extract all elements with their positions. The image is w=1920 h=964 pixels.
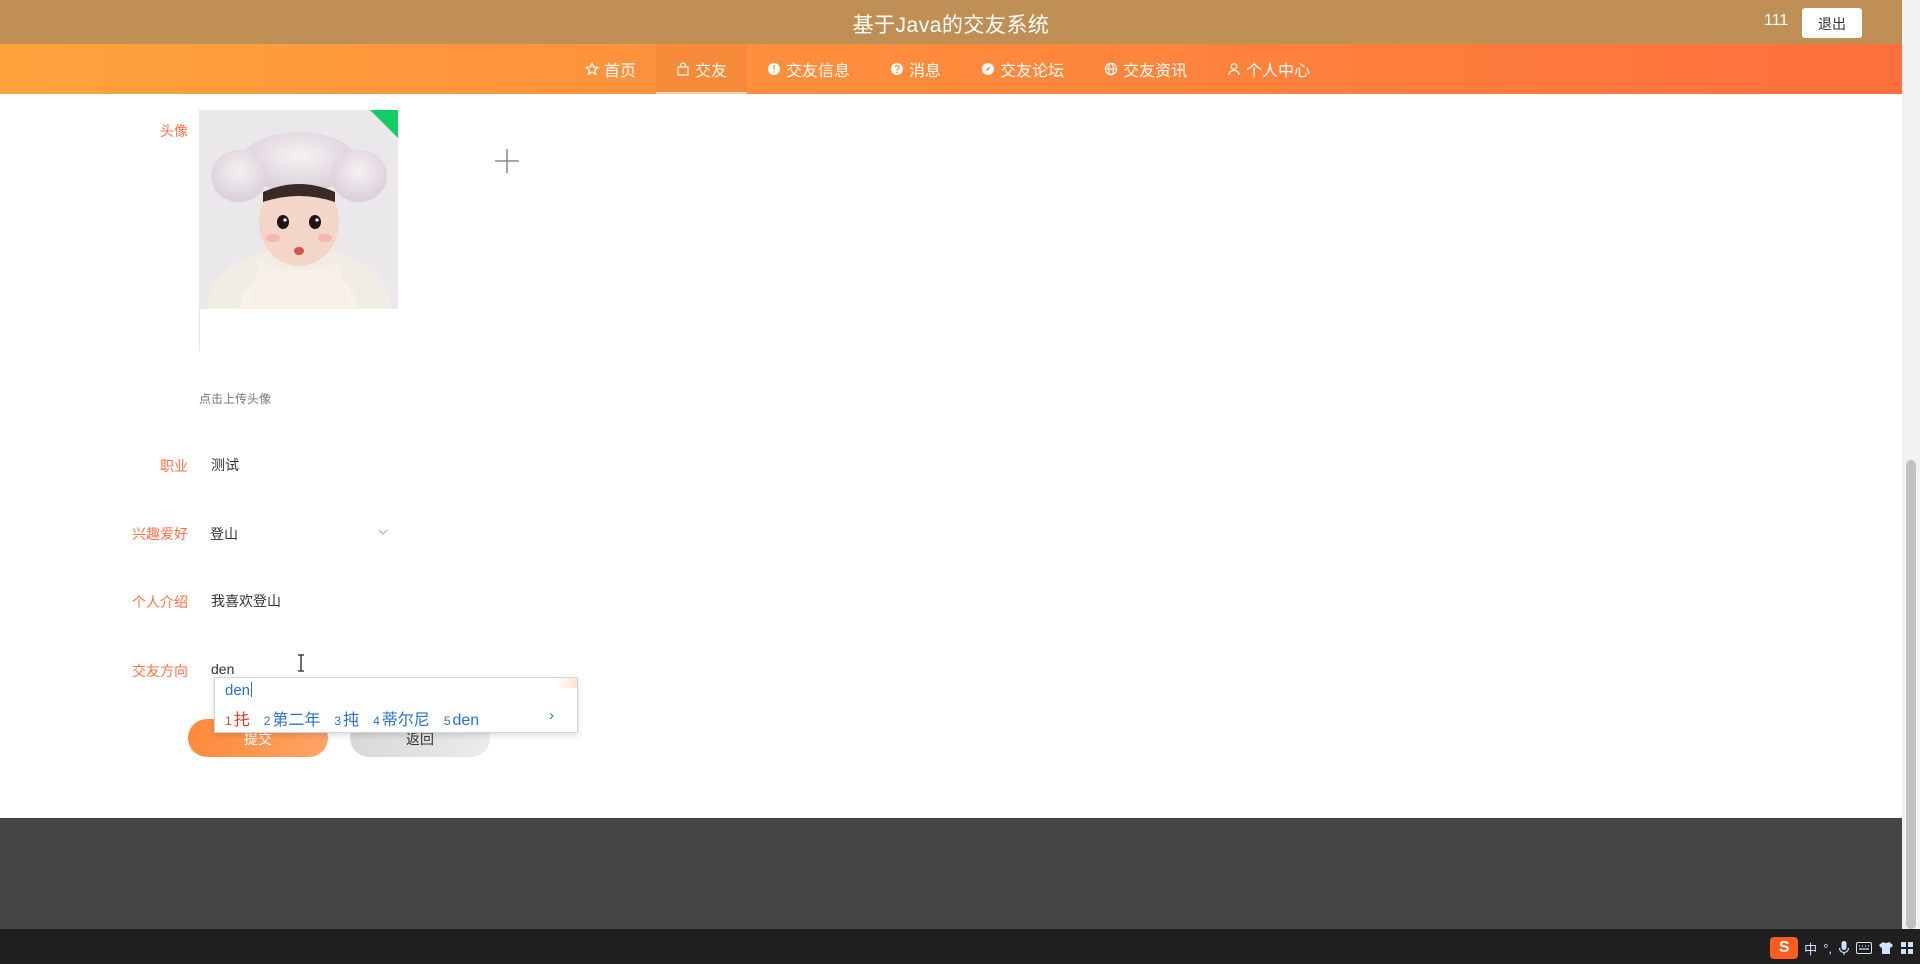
globe-icon	[1104, 62, 1118, 76]
compass-icon	[981, 62, 995, 76]
ime-candidate-word: den	[452, 712, 480, 729]
upload-hint: 点击上传头像	[199, 392, 272, 406]
ime-candidate-row: 1扥 2 第二年 3扽 4 蒂尔尼 5 den	[225, 706, 493, 730]
ime-candidate-number: 1	[225, 714, 232, 728]
nav-label: 消息	[909, 63, 942, 80]
ime-candidate-word: 蒂尔尼	[381, 712, 430, 729]
nav-item-profile[interactable]: 个人中心	[1207, 44, 1330, 94]
occupation-label: 职业	[160, 458, 188, 474]
avatar-image[interactable]	[199, 110, 398, 309]
ime-candidate-number: 2	[263, 714, 271, 728]
microphone-icon[interactable]	[1838, 940, 1850, 956]
ime-candidate-number: 4	[373, 714, 380, 728]
ime-composition-text: den	[225, 682, 251, 699]
nav-item-friends[interactable]: 交友	[656, 44, 748, 94]
toolbox-grid-icon[interactable]	[1900, 941, 1914, 955]
ime-candidate-word: 第二年	[272, 712, 321, 729]
nav-item-home[interactable]: 首页	[565, 44, 656, 94]
hobby-label: 兴趣爱好	[132, 526, 188, 542]
username-label: 111	[1764, 12, 1789, 29]
nav-item-forum[interactable]: 交友论坛	[961, 44, 1084, 94]
ime-toolbar: S 中 °,	[1764, 937, 1914, 959]
hobby-select[interactable]: 登山	[199, 516, 399, 550]
ime-candidate-word: 扥	[233, 712, 250, 729]
nav-label: 交友论坛	[1000, 63, 1065, 80]
ime-candidate-number: 3	[334, 714, 342, 728]
nav-items: 首页 交友 交友信息 消息 交友论坛 交友资讯 个人中心	[565, 44, 1330, 94]
nav-item-messages[interactable]: 消息	[870, 44, 961, 94]
ime-candidate[interactable]: 3扽	[334, 706, 359, 730]
ime-next-page-button[interactable]: ›	[549, 707, 554, 724]
info-icon	[767, 62, 781, 76]
main-nav: 首页 交友 交友信息 消息 交友论坛 交友资讯 个人中心	[0, 44, 1902, 94]
bag-icon	[676, 62, 690, 76]
nav-label: 个人中心	[1246, 63, 1311, 80]
nav-label: 交友资讯	[1123, 63, 1188, 80]
avatar-photo	[199, 110, 398, 309]
ime-candidate[interactable]: 4 蒂尔尼	[373, 706, 430, 730]
ime-candidate-number: 5	[443, 714, 451, 728]
intro-input[interactable]	[199, 584, 399, 618]
avatar-uploaded-badge	[370, 110, 398, 138]
ime-candidate-word: 扽	[343, 712, 360, 729]
chevron-down-icon	[378, 529, 388, 535]
title-bar: 基于Java的交友系统 111 退出	[0, 0, 1902, 44]
sogou-logo-icon[interactable]: S	[1770, 937, 1799, 959]
hobby-selected-value: 登山	[210, 526, 238, 542]
occupation-input[interactable]	[199, 448, 399, 482]
direction-label: 交友方向	[132, 663, 188, 679]
ime-candidate-window: den 1扥 2 第二年 3扽 4 蒂尔尼 5 den ›	[214, 677, 578, 733]
ime-candidate[interactable]: 5 den	[444, 712, 479, 730]
keyboard-icon[interactable]	[1856, 942, 1872, 954]
ime-skin-decoration	[557, 678, 577, 688]
user-icon	[1227, 62, 1241, 76]
nav-label: 首页	[604, 63, 637, 80]
app-title: 基于Java的交友系统	[852, 14, 1050, 37]
plus-icon	[495, 149, 519, 173]
ime-candidate[interactable]: 2 第二年	[264, 706, 321, 730]
text-cursor-icon	[298, 654, 304, 672]
ime-caret	[251, 682, 253, 697]
page-footer	[0, 818, 1902, 929]
ime-punctuation-toggle[interactable]: °,	[1823, 941, 1832, 956]
avatar-label: 头像	[160, 123, 188, 139]
logout-button[interactable]: 退出	[1802, 8, 1862, 38]
add-image-button[interactable]	[492, 146, 522, 176]
nav-label: 交友信息	[786, 63, 851, 80]
system-taskbar: S 中 °,	[0, 929, 1920, 964]
skin-shirt-icon[interactable]	[1878, 941, 1894, 955]
ime-candidate[interactable]: 1扥	[225, 706, 250, 730]
scrollbar-thumb[interactable]	[1906, 460, 1916, 929]
ime-language-toggle[interactable]: 中	[1804, 939, 1817, 958]
question-icon	[890, 62, 904, 76]
star-icon	[585, 62, 599, 76]
upload-divider	[199, 309, 200, 351]
nav-item-friend-info[interactable]: 交友信息	[747, 44, 870, 94]
ime-composition: den	[225, 682, 253, 699]
intro-label: 个人介绍	[132, 594, 188, 610]
nav-label: 交友	[695, 63, 728, 80]
nav-item-news[interactable]: 交友资讯	[1084, 44, 1207, 94]
